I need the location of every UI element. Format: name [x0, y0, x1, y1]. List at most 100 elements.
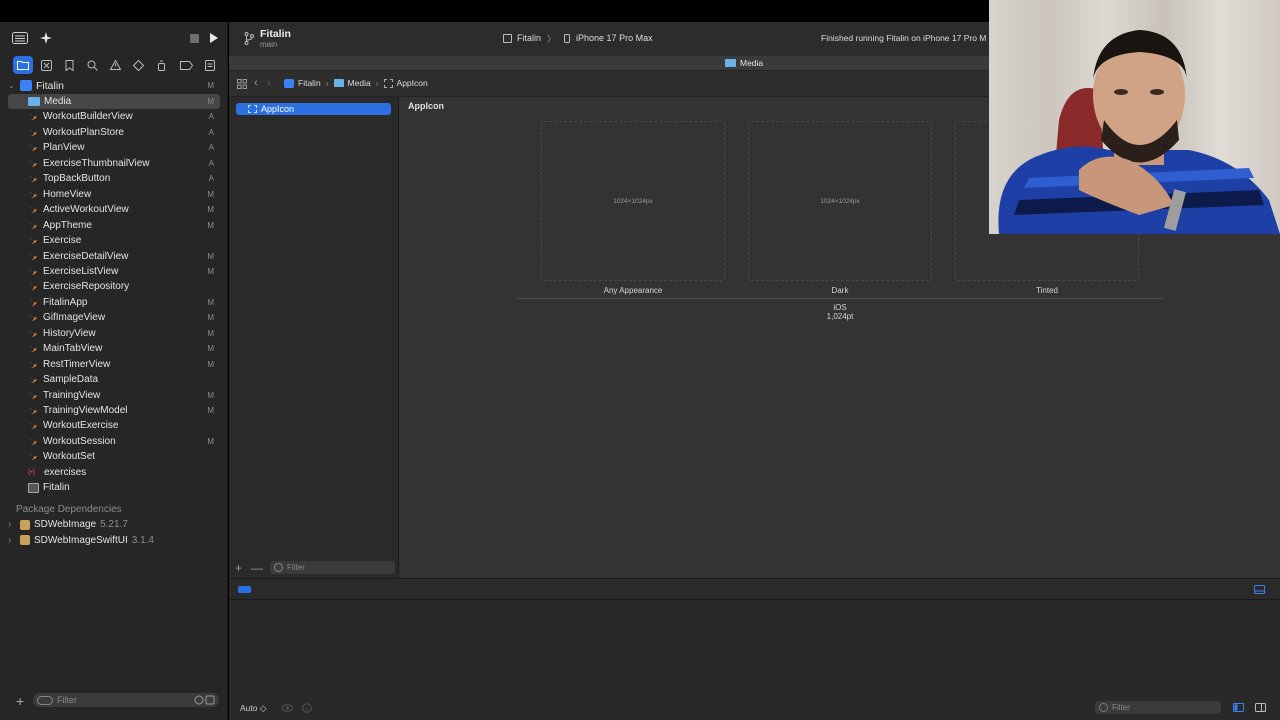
split-left-pane-icon[interactable] — [1233, 703, 1244, 712]
issue-navigator-tab[interactable] — [105, 56, 125, 74]
breadcrumb-catalog[interactable]: Media — [348, 78, 371, 88]
output-mode-selector[interactable]: Auto ◇ — [240, 703, 266, 714]
add-file-button[interactable]: + — [16, 693, 24, 709]
tab-media-label: Media — [740, 58, 764, 68]
swift-file-icon — [28, 189, 43, 200]
file-row[interactable]: HistoryView M — [8, 326, 220, 341]
split-right-pane-icon[interactable] — [1255, 703, 1266, 712]
scheme-name[interactable]: Fitalin — [517, 33, 541, 43]
file-row[interactable]: FitalinApp M — [8, 295, 220, 310]
file-row[interactable]: {•} exercises — [8, 465, 220, 480]
file-row[interactable]: AppTheme M — [8, 218, 220, 233]
file-row[interactable]: Media M — [8, 94, 220, 109]
package-version: 3.1.4 — [131, 534, 154, 546]
json-file-icon: {•} — [28, 468, 36, 476]
swift-file-icon — [28, 374, 43, 385]
file-row[interactable]: ExerciseThumbnailView A — [8, 156, 220, 171]
debug-area-toggle-icon[interactable] — [238, 586, 251, 593]
coding-assistant-button[interactable] — [36, 28, 56, 48]
filter-icon — [37, 695, 53, 705]
file-row[interactable]: TrainingView M — [8, 388, 220, 403]
file-row[interactable]: ExerciseDetailView M — [8, 249, 220, 264]
stop-button[interactable] — [184, 28, 204, 48]
console-layout-icon[interactable] — [1254, 585, 1265, 594]
file-row[interactable]: GifImageView M — [8, 310, 220, 325]
package-row[interactable]: › SDWebImageSwiftUI 3.1.4 — [8, 533, 220, 548]
status-badge: A — [208, 143, 214, 153]
related-items-grid-icon[interactable] — [237, 79, 247, 89]
app-icon-set-icon — [248, 105, 257, 113]
project-navigator-tab[interactable] — [13, 56, 33, 74]
chevron-right-icon[interactable]: › — [8, 519, 20, 530]
status-badge: M — [207, 251, 214, 261]
swift-file-icon — [28, 251, 43, 262]
report-navigator-tab[interactable] — [200, 56, 220, 74]
file-row[interactable]: SampleData — [8, 372, 220, 387]
icon-slot-any-appearance[interactable]: 1024×1024px — [541, 121, 725, 281]
app-icon-set-icon — [383, 78, 393, 88]
test-navigator-tab[interactable] — [128, 56, 148, 74]
swift-file-icon — [28, 451, 43, 462]
swift-file-icon — [28, 173, 43, 184]
project-root[interactable]: ⌄ Fitalin M — [8, 78, 220, 93]
forward-arrow-icon[interactable]: › — [267, 77, 271, 89]
breadcrumb-asset[interactable]: AppIcon — [397, 78, 428, 88]
asset-item-appicon[interactable]: AppIcon — [236, 103, 391, 115]
project-navigator: ⌄ Fitalin M Media M WorkoutBuilderView A Wor… — [0, 22, 228, 720]
file-row[interactable]: Fitalin — [8, 480, 220, 495]
file-row[interactable]: TrainingViewModel M — [8, 403, 220, 418]
sidebar-toggle-button[interactable] — [10, 28, 30, 48]
back-arrow-icon[interactable]: ‹ — [254, 77, 258, 89]
file-row[interactable]: ExerciseListView M — [8, 264, 220, 279]
search-icon — [87, 60, 98, 71]
file-row[interactable]: WorkoutSession M — [8, 434, 220, 449]
file-row-label: FitalinApp — [43, 296, 88, 308]
file-row[interactable]: WorkoutExercise — [8, 418, 220, 433]
swift-file-icon — [28, 127, 43, 138]
status-badge: A — [208, 127, 214, 137]
tab-media[interactable]: Media — [725, 58, 763, 68]
navigator-filter-field[interactable]: Filter — [33, 693, 219, 707]
file-row[interactable]: TopBackButton A — [8, 171, 220, 186]
asset-catalog-icon — [725, 59, 736, 67]
breadcrumb-project[interactable]: Fitalin — [298, 78, 321, 88]
activity-status-text: Finished running Fitalin on iPhone 17 Pr… — [821, 33, 987, 43]
add-asset-button[interactable]: + — [235, 561, 242, 575]
swift-file-icon — [28, 142, 43, 153]
file-row[interactable]: RestTimerView M — [8, 357, 220, 372]
chevron-right-icon[interactable]: › — [8, 535, 20, 546]
bookmark-navigator-tab[interactable] — [59, 56, 79, 74]
file-row[interactable]: ExerciseRepository — [8, 279, 220, 294]
file-row[interactable]: Exercise — [8, 233, 220, 248]
breakpoint-navigator-tab[interactable] — [176, 56, 196, 74]
file-row[interactable]: WorkoutBuilderView A — [8, 109, 220, 124]
icon-slot-dark[interactable]: 1024×1024px — [748, 121, 932, 281]
file-row-label: GifImageView — [43, 312, 106, 324]
file-row[interactable]: WorkoutPlanStore A — [8, 125, 220, 140]
file-row[interactable]: WorkoutSet — [8, 449, 220, 464]
eye-icon[interactable] — [282, 704, 293, 712]
source-control-navigator-tab[interactable] — [36, 56, 56, 74]
run-button[interactable] — [204, 28, 224, 48]
console-filter-field[interactable]: Filter — [1095, 701, 1221, 714]
filter-icon — [274, 563, 283, 572]
project-title[interactable]: Fitalin — [260, 28, 291, 40]
package-row[interactable]: › SDWebImage 5.21.7 — [8, 517, 220, 532]
branch-name[interactable]: main — [260, 40, 277, 49]
file-row[interactable]: HomeView M — [8, 187, 220, 202]
file-row-label: MainTabView — [43, 343, 103, 355]
scheme-destination-selector[interactable]: Fitalin 〉 iPhone 17 Pro Max — [503, 30, 653, 46]
destination-name[interactable]: iPhone 17 Pro Max — [576, 33, 653, 43]
find-navigator-tab[interactable] — [82, 56, 102, 74]
info-icon[interactable] — [302, 703, 312, 713]
chevron-down-icon[interactable]: ⌄ — [8, 81, 20, 90]
asset-catalog-icon — [333, 79, 344, 87]
file-row[interactable]: PlanView A — [8, 140, 220, 155]
asset-filter-field[interactable]: Filter — [270, 561, 395, 574]
package-name: SDWebImage — [34, 519, 97, 530]
remove-asset-button[interactable]: — — [251, 561, 263, 575]
file-row[interactable]: MainTabView M — [8, 341, 220, 356]
debug-navigator-tab[interactable] — [151, 56, 171, 74]
filter-options-icon[interactable] — [194, 695, 216, 705]
file-row[interactable]: ActiveWorkoutView M — [8, 202, 220, 217]
